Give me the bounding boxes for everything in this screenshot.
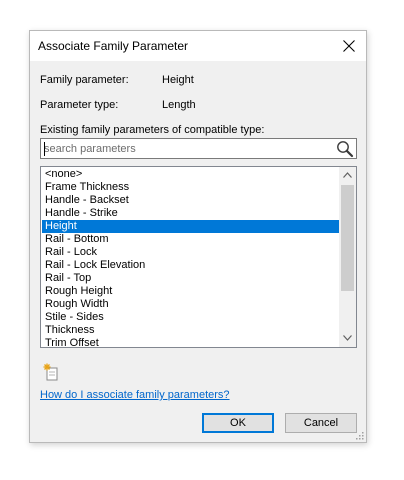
family-parameter-value: Height [162, 74, 194, 86]
chevron-up-icon [343, 172, 352, 178]
help-link[interactable]: How do I associate family parameters? [40, 389, 230, 401]
scroll-up-button[interactable] [339, 167, 356, 184]
list-item[interactable]: Height [42, 220, 339, 233]
parameters-listbox[interactable]: <none> Frame Thickness Handle - Backset Han… [40, 166, 357, 348]
list-item[interactable]: Rail - Lock [42, 246, 339, 259]
associate-family-parameter-dialog: Associate Family Parameter Family parame… [29, 30, 367, 443]
new-parameter-icon[interactable] [43, 363, 61, 381]
parameter-type-value: Length [162, 99, 196, 111]
existing-parameters-label: Existing family parameters of compatible… [40, 124, 265, 136]
magnifier-icon[interactable] [336, 140, 354, 158]
search-input[interactable] [44, 140, 329, 157]
list-item[interactable]: <none> [42, 168, 339, 181]
scrollbar-thumb[interactable] [341, 185, 354, 291]
family-parameter-label: Family parameter: [40, 74, 129, 86]
vertical-scrollbar[interactable] [339, 167, 356, 347]
scroll-down-button[interactable] [339, 330, 356, 347]
chevron-down-icon [343, 335, 352, 341]
list-item[interactable]: Rail - Lock Elevation [42, 259, 339, 272]
ok-button[interactable]: OK [202, 413, 274, 433]
list-item[interactable]: Rail - Top [42, 272, 339, 285]
list-item[interactable]: Thickness [42, 324, 339, 337]
resize-grip-icon[interactable] [354, 430, 364, 440]
list-item[interactable]: Trim Offset [42, 337, 339, 347]
text-caret [44, 142, 45, 156]
list-item[interactable]: Handle - Strike [42, 207, 339, 220]
list-item[interactable]: Stile - Sides [42, 311, 339, 324]
close-icon [343, 40, 355, 52]
cancel-button[interactable]: Cancel [285, 413, 357, 433]
list-item[interactable]: Rough Width [42, 298, 339, 311]
title-bar[interactable]: Associate Family Parameter [30, 31, 366, 61]
dialog-title: Associate Family Parameter [38, 39, 189, 53]
parameters-list: <none> Frame Thickness Handle - Backset Han… [42, 168, 339, 347]
list-item[interactable]: Frame Thickness [42, 181, 339, 194]
parameter-type-label: Parameter type: [40, 99, 119, 111]
search-box[interactable] [40, 138, 357, 159]
list-item[interactable]: Rough Height [42, 285, 339, 298]
list-item[interactable]: Rail - Bottom [42, 233, 339, 246]
list-item[interactable]: Handle - Backset [42, 194, 339, 207]
close-button[interactable] [336, 34, 362, 58]
